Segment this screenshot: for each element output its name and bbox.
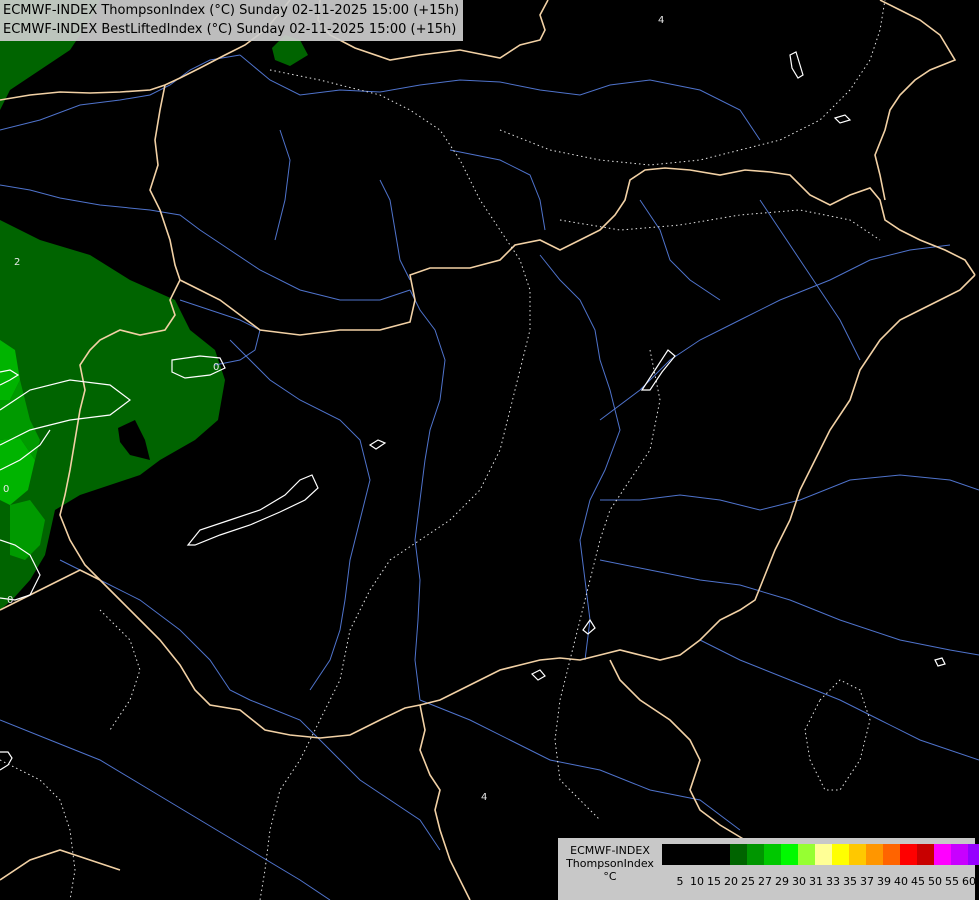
legend-swatch bbox=[696, 844, 713, 865]
legend-tick: 37 bbox=[860, 875, 874, 888]
legend-swatches bbox=[662, 844, 979, 865]
contour-label: 0 bbox=[7, 595, 13, 606]
legend-parameter: ThompsonIndex bbox=[566, 857, 654, 870]
legend-tick: 27 bbox=[758, 875, 772, 888]
legend-tick: 39 bbox=[877, 875, 891, 888]
legend-swatch bbox=[713, 844, 730, 865]
legend-swatch bbox=[662, 844, 679, 865]
legend-swatch bbox=[815, 844, 832, 865]
legend-tick: 40 bbox=[894, 875, 908, 888]
legend-label: ECMWF-INDEX ThompsonIndex °C bbox=[558, 844, 662, 883]
legend-swatch bbox=[764, 844, 781, 865]
contour-label: 4 bbox=[481, 792, 487, 803]
legend-swatch bbox=[917, 844, 934, 865]
legend-tick: 60 bbox=[962, 875, 976, 888]
legend-swatch bbox=[849, 844, 866, 865]
contour-label: 0 bbox=[3, 484, 9, 495]
legend-swatch bbox=[679, 844, 696, 865]
legend-swatch bbox=[934, 844, 951, 865]
legend-tick: 20 bbox=[724, 875, 738, 888]
contour-label: 4 bbox=[658, 15, 664, 26]
map-title-box: ECMWF-INDEX ThompsonIndex (°C) Sunday 02… bbox=[0, 0, 464, 41]
legend-swatch bbox=[968, 844, 979, 865]
legend-tick: 5 bbox=[676, 875, 684, 888]
legend-tick: 35 bbox=[843, 875, 857, 888]
legend-tick: 29 bbox=[775, 875, 789, 888]
legend-swatch bbox=[832, 844, 849, 865]
title-thompson-index: ECMWF-INDEX ThompsonIndex (°C) Sunday 02… bbox=[3, 3, 460, 18]
legend-ticks: 5 10 15 20 25 27 29 30 31 33 35 37 39 40 45 50 55 60 bbox=[662, 875, 977, 889]
legend-swatch bbox=[951, 844, 968, 865]
legend-swatch bbox=[883, 844, 900, 865]
weather-map: 4 2 0 0 4 0 bbox=[0, 0, 979, 900]
legend-swatch bbox=[747, 844, 764, 865]
legend-tick: 15 bbox=[707, 875, 721, 888]
legend-swatch bbox=[730, 844, 747, 865]
contour-label: 2 bbox=[14, 257, 20, 268]
legend-tick: 30 bbox=[792, 875, 806, 888]
title-best-lifted-index: ECMWF-INDEX BestLiftedIndex (°C) Sunday … bbox=[3, 22, 457, 37]
legend-tick: 10 bbox=[690, 875, 704, 888]
legend-tick: 45 bbox=[911, 875, 925, 888]
legend-swatch bbox=[798, 844, 815, 865]
color-legend: ECMWF-INDEX ThompsonIndex °C 5 10 15 20 25 27… bbox=[558, 838, 979, 900]
legend-model: ECMWF-INDEX bbox=[570, 844, 650, 857]
legend-tick: 50 bbox=[928, 875, 942, 888]
legend-swatch bbox=[781, 844, 798, 865]
legend-tick: 33 bbox=[826, 875, 840, 888]
contour-label: 0 bbox=[213, 362, 219, 373]
legend-swatch bbox=[900, 844, 917, 865]
legend-tick: 55 bbox=[945, 875, 959, 888]
legend-tick: 31 bbox=[809, 875, 823, 888]
legend-swatch bbox=[866, 844, 883, 865]
legend-tick: 25 bbox=[741, 875, 755, 888]
legend-unit: °C bbox=[603, 870, 617, 883]
